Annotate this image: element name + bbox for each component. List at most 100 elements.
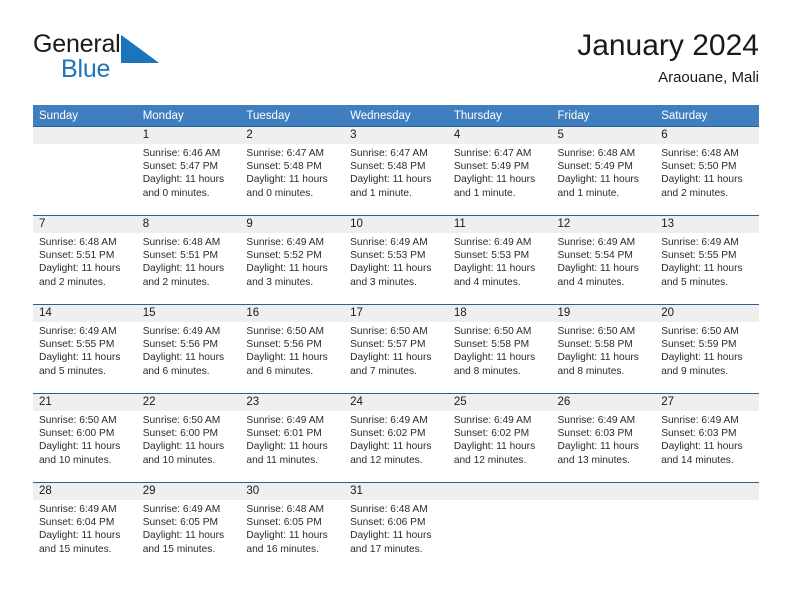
- calendar-day-cell[interactable]: 22 Sunrise: 6:50 AM Sunset: 6:00 PM Dayligh…: [136, 393, 241, 483]
- sunset-text: Sunset: 5:53 PM: [350, 250, 426, 262]
- sunrise-text: Sunrise: 6:49 AM: [350, 237, 428, 248]
- day-info: Sunrise: 6:49 AM Sunset: 6:02 PM Daylight:…: [448, 411, 552, 467]
- calendar-day-cell[interactable]: 19 Sunrise: 6:50 AM Sunset: 5:58 PM Dayligh…: [551, 304, 656, 394]
- sunset-text: Sunset: 5:49 PM: [557, 161, 633, 173]
- calendar-day-cell[interactable]: 29 Sunrise: 6:49 AM Sunset: 6:05 PM Dayligh…: [136, 482, 241, 571]
- calendar-day-cell[interactable]: 9 Sunrise: 6:49 AM Sunset: 5:52 PM Daylight…: [240, 215, 345, 305]
- calendar-day-cell[interactable]: 21 Sunrise: 6:50 AM Sunset: 6:00 PM Dayligh…: [33, 393, 137, 483]
- daylight-text: Daylight: 11 hours and 9 minutes.: [661, 352, 743, 377]
- day-number: 6: [655, 127, 759, 144]
- calendar-day-cell[interactable]: 2 Sunrise: 6:47 AM Sunset: 5:48 PM Daylight…: [240, 126, 345, 216]
- day-number: 2: [240, 127, 345, 144]
- day-info: Sunrise: 6:49 AM Sunset: 6:04 PM Daylight:…: [33, 500, 137, 556]
- day-info: Sunrise: 6:50 AM Sunset: 5:57 PM Daylight:…: [344, 322, 448, 378]
- sunrise-text: Sunrise: 6:48 AM: [246, 504, 324, 515]
- daylight-text: Daylight: 11 hours and 2 minutes.: [661, 174, 743, 199]
- day-number: 27: [655, 394, 759, 411]
- brand-logo[interactable]: General Blue: [33, 30, 263, 92]
- sunset-text: Sunset: 5:51 PM: [39, 250, 115, 262]
- day-number: [655, 483, 759, 500]
- day-cell-inner: 8 Sunrise: 6:48 AM Sunset: 5:51 PM Daylight…: [136, 216, 241, 304]
- calendar-day-cell[interactable]: 27 Sunrise: 6:49 AM Sunset: 6:03 PM Dayligh…: [655, 393, 759, 483]
- day-cell-inner: 26 Sunrise: 6:49 AM Sunset: 6:03 PM Dayligh…: [551, 394, 656, 482]
- daylight-text: Daylight: 11 hours and 16 minutes.: [246, 530, 328, 555]
- calendar-day-cell[interactable]: 20 Sunrise: 6:50 AM Sunset: 5:59 PM Dayligh…: [655, 304, 759, 394]
- calendar-day-cell[interactable]: 15 Sunrise: 6:49 AM Sunset: 5:56 PM Dayligh…: [136, 304, 241, 394]
- sunset-text: Sunset: 5:50 PM: [661, 161, 737, 173]
- calendar-day-cell[interactable]: 23 Sunrise: 6:49 AM Sunset: 6:01 PM Dayligh…: [240, 393, 345, 483]
- daylight-text: Daylight: 11 hours and 12 minutes.: [453, 441, 536, 466]
- calendar-day-cell[interactable]: 16 Sunrise: 6:50 AM Sunset: 5:56 PM Dayligh…: [240, 304, 345, 394]
- daylight-text: Daylight: 11 hours and 10 minutes.: [142, 441, 225, 466]
- calendar-day-cell[interactable]: 18 Sunrise: 6:50 AM Sunset: 5:58 PM Dayligh…: [447, 304, 552, 394]
- sunrise-text: Sunrise: 6:49 AM: [661, 237, 739, 248]
- day-cell-inner: 1 Sunrise: 6:46 AM Sunset: 5:47 PM Daylight…: [136, 127, 241, 215]
- day-info: [33, 144, 137, 147]
- calendar-day-cell[interactable]: 31 Sunrise: 6:48 AM Sunset: 6:06 PM Dayligh…: [344, 482, 448, 571]
- calendar-day-cell[interactable]: 8 Sunrise: 6:48 AM Sunset: 5:51 PM Daylight…: [136, 215, 241, 305]
- day-info: Sunrise: 6:49 AM Sunset: 6:05 PM Daylight:…: [137, 500, 241, 556]
- calendar-day-cell[interactable]: 30 Sunrise: 6:48 AM Sunset: 6:05 PM Dayligh…: [240, 482, 345, 571]
- calendar-day-cell[interactable]: 12 Sunrise: 6:49 AM Sunset: 5:54 PM Dayligh…: [551, 215, 656, 305]
- sunset-text: Sunset: 5:49 PM: [453, 161, 530, 173]
- calendar-day-cell[interactable]: 17 Sunrise: 6:50 AM Sunset: 5:57 PM Dayligh…: [344, 304, 448, 394]
- daylight-text: Daylight: 11 hours and 2 minutes.: [142, 263, 225, 288]
- day-number: 14: [33, 305, 137, 322]
- page-subtitle: Araouane, Mali: [658, 69, 759, 86]
- sunrise-text: Sunrise: 6:49 AM: [142, 326, 221, 337]
- day-cell-inner: 29 Sunrise: 6:49 AM Sunset: 6:05 PM Dayligh…: [136, 483, 241, 571]
- calendar-day-cell[interactable]: 25 Sunrise: 6:49 AM Sunset: 6:02 PM Dayligh…: [447, 393, 552, 483]
- day-number: 5: [551, 127, 656, 144]
- sunset-text: Sunset: 5:58 PM: [453, 339, 530, 351]
- calendar-day-cell[interactable]: 10 Sunrise: 6:49 AM Sunset: 5:53 PM Dayligh…: [344, 215, 448, 305]
- calendar-day-cell[interactable]: 1 Sunrise: 6:46 AM Sunset: 5:47 PM Daylight…: [136, 126, 241, 216]
- daylight-text: Daylight: 11 hours and 6 minutes.: [142, 352, 225, 377]
- day-number: 21: [33, 394, 137, 411]
- calendar-head: Sunday Monday Tuesday Wednesday Thursday…: [33, 105, 759, 127]
- daylight-text: Daylight: 11 hours and 10 minutes.: [39, 441, 121, 466]
- sunset-text: Sunset: 5:52 PM: [246, 250, 322, 262]
- calendar-day-cell[interactable]: 13 Sunrise: 6:49 AM Sunset: 5:55 PM Dayligh…: [655, 215, 759, 305]
- calendar-day-cell[interactable]: [551, 482, 656, 571]
- daylight-text: Daylight: 11 hours and 5 minutes.: [39, 352, 121, 377]
- sunset-text: Sunset: 5:57 PM: [350, 339, 426, 351]
- day-cell-inner: 16 Sunrise: 6:50 AM Sunset: 5:56 PM Dayligh…: [240, 305, 345, 393]
- sunset-text: Sunset: 5:47 PM: [142, 161, 219, 173]
- calendar-day-cell[interactable]: 28 Sunrise: 6:49 AM Sunset: 6:04 PM Dayligh…: [33, 482, 137, 571]
- calendar-day-cell[interactable]: [33, 126, 137, 216]
- sunset-text: Sunset: 5:55 PM: [661, 250, 737, 262]
- day-cell-inner: 4 Sunrise: 6:47 AM Sunset: 5:49 PM Daylight…: [447, 127, 552, 215]
- calendar-day-cell[interactable]: 4 Sunrise: 6:47 AM Sunset: 5:49 PM Daylight…: [447, 126, 552, 216]
- calendar-day-cell[interactable]: 5 Sunrise: 6:48 AM Sunset: 5:49 PM Daylight…: [551, 126, 656, 216]
- calendar-day-cell[interactable]: 24 Sunrise: 6:49 AM Sunset: 6:02 PM Dayligh…: [344, 393, 448, 483]
- daylight-text: Daylight: 11 hours and 13 minutes.: [557, 441, 639, 466]
- day-cell-inner: 15 Sunrise: 6:49 AM Sunset: 5:56 PM Dayligh…: [136, 305, 241, 393]
- day-number: [551, 483, 656, 500]
- sunrise-text: Sunrise: 6:48 AM: [557, 148, 636, 159]
- daylight-text: Daylight: 11 hours and 15 minutes.: [39, 530, 121, 555]
- calendar-day-cell[interactable]: [655, 482, 759, 571]
- day-number: [33, 127, 137, 144]
- day-cell-inner: 27 Sunrise: 6:49 AM Sunset: 6:03 PM Dayligh…: [655, 394, 759, 482]
- calendar-day-cell[interactable]: 14 Sunrise: 6:49 AM Sunset: 5:55 PM Dayligh…: [33, 304, 137, 394]
- calendar-week-row: 1 Sunrise: 6:46 AM Sunset: 5:47 PM Daylight…: [33, 126, 759, 216]
- calendar-day-cell[interactable]: [447, 482, 552, 571]
- day-number: 16: [240, 305, 345, 322]
- daylight-text: Daylight: 11 hours and 0 minutes.: [142, 174, 225, 199]
- day-info: Sunrise: 6:47 AM Sunset: 5:49 PM Daylight:…: [448, 144, 552, 200]
- calendar-day-cell[interactable]: 11 Sunrise: 6:49 AM Sunset: 5:53 PM Dayligh…: [447, 215, 552, 305]
- sunset-text: Sunset: 6:05 PM: [246, 517, 322, 529]
- calendar-day-cell[interactable]: 3 Sunrise: 6:47 AM Sunset: 5:48 PM Daylight…: [344, 126, 448, 216]
- day-cell-inner: 24 Sunrise: 6:49 AM Sunset: 6:02 PM Dayligh…: [344, 394, 448, 482]
- sunset-text: Sunset: 6:00 PM: [39, 428, 115, 440]
- weekday-header-saturday: Saturday: [655, 105, 759, 127]
- calendar-day-cell[interactable]: 26 Sunrise: 6:49 AM Sunset: 6:03 PM Dayligh…: [551, 393, 656, 483]
- day-cell-inner: 2 Sunrise: 6:47 AM Sunset: 5:48 PM Daylight…: [240, 127, 345, 215]
- day-info: Sunrise: 6:49 AM Sunset: 5:55 PM Daylight:…: [655, 233, 759, 289]
- calendar-day-cell[interactable]: 6 Sunrise: 6:48 AM Sunset: 5:50 PM Daylight…: [655, 126, 759, 216]
- sunrise-text: Sunrise: 6:50 AM: [661, 326, 739, 337]
- day-info: Sunrise: 6:48 AM Sunset: 5:49 PM Daylight:…: [552, 144, 656, 200]
- calendar-body: 1 Sunrise: 6:46 AM Sunset: 5:47 PM Daylight…: [33, 126, 759, 571]
- day-info: Sunrise: 6:49 AM Sunset: 5:54 PM Daylight:…: [552, 233, 656, 289]
- calendar-day-cell[interactable]: 7 Sunrise: 6:48 AM Sunset: 5:51 PM Daylight…: [33, 215, 137, 305]
